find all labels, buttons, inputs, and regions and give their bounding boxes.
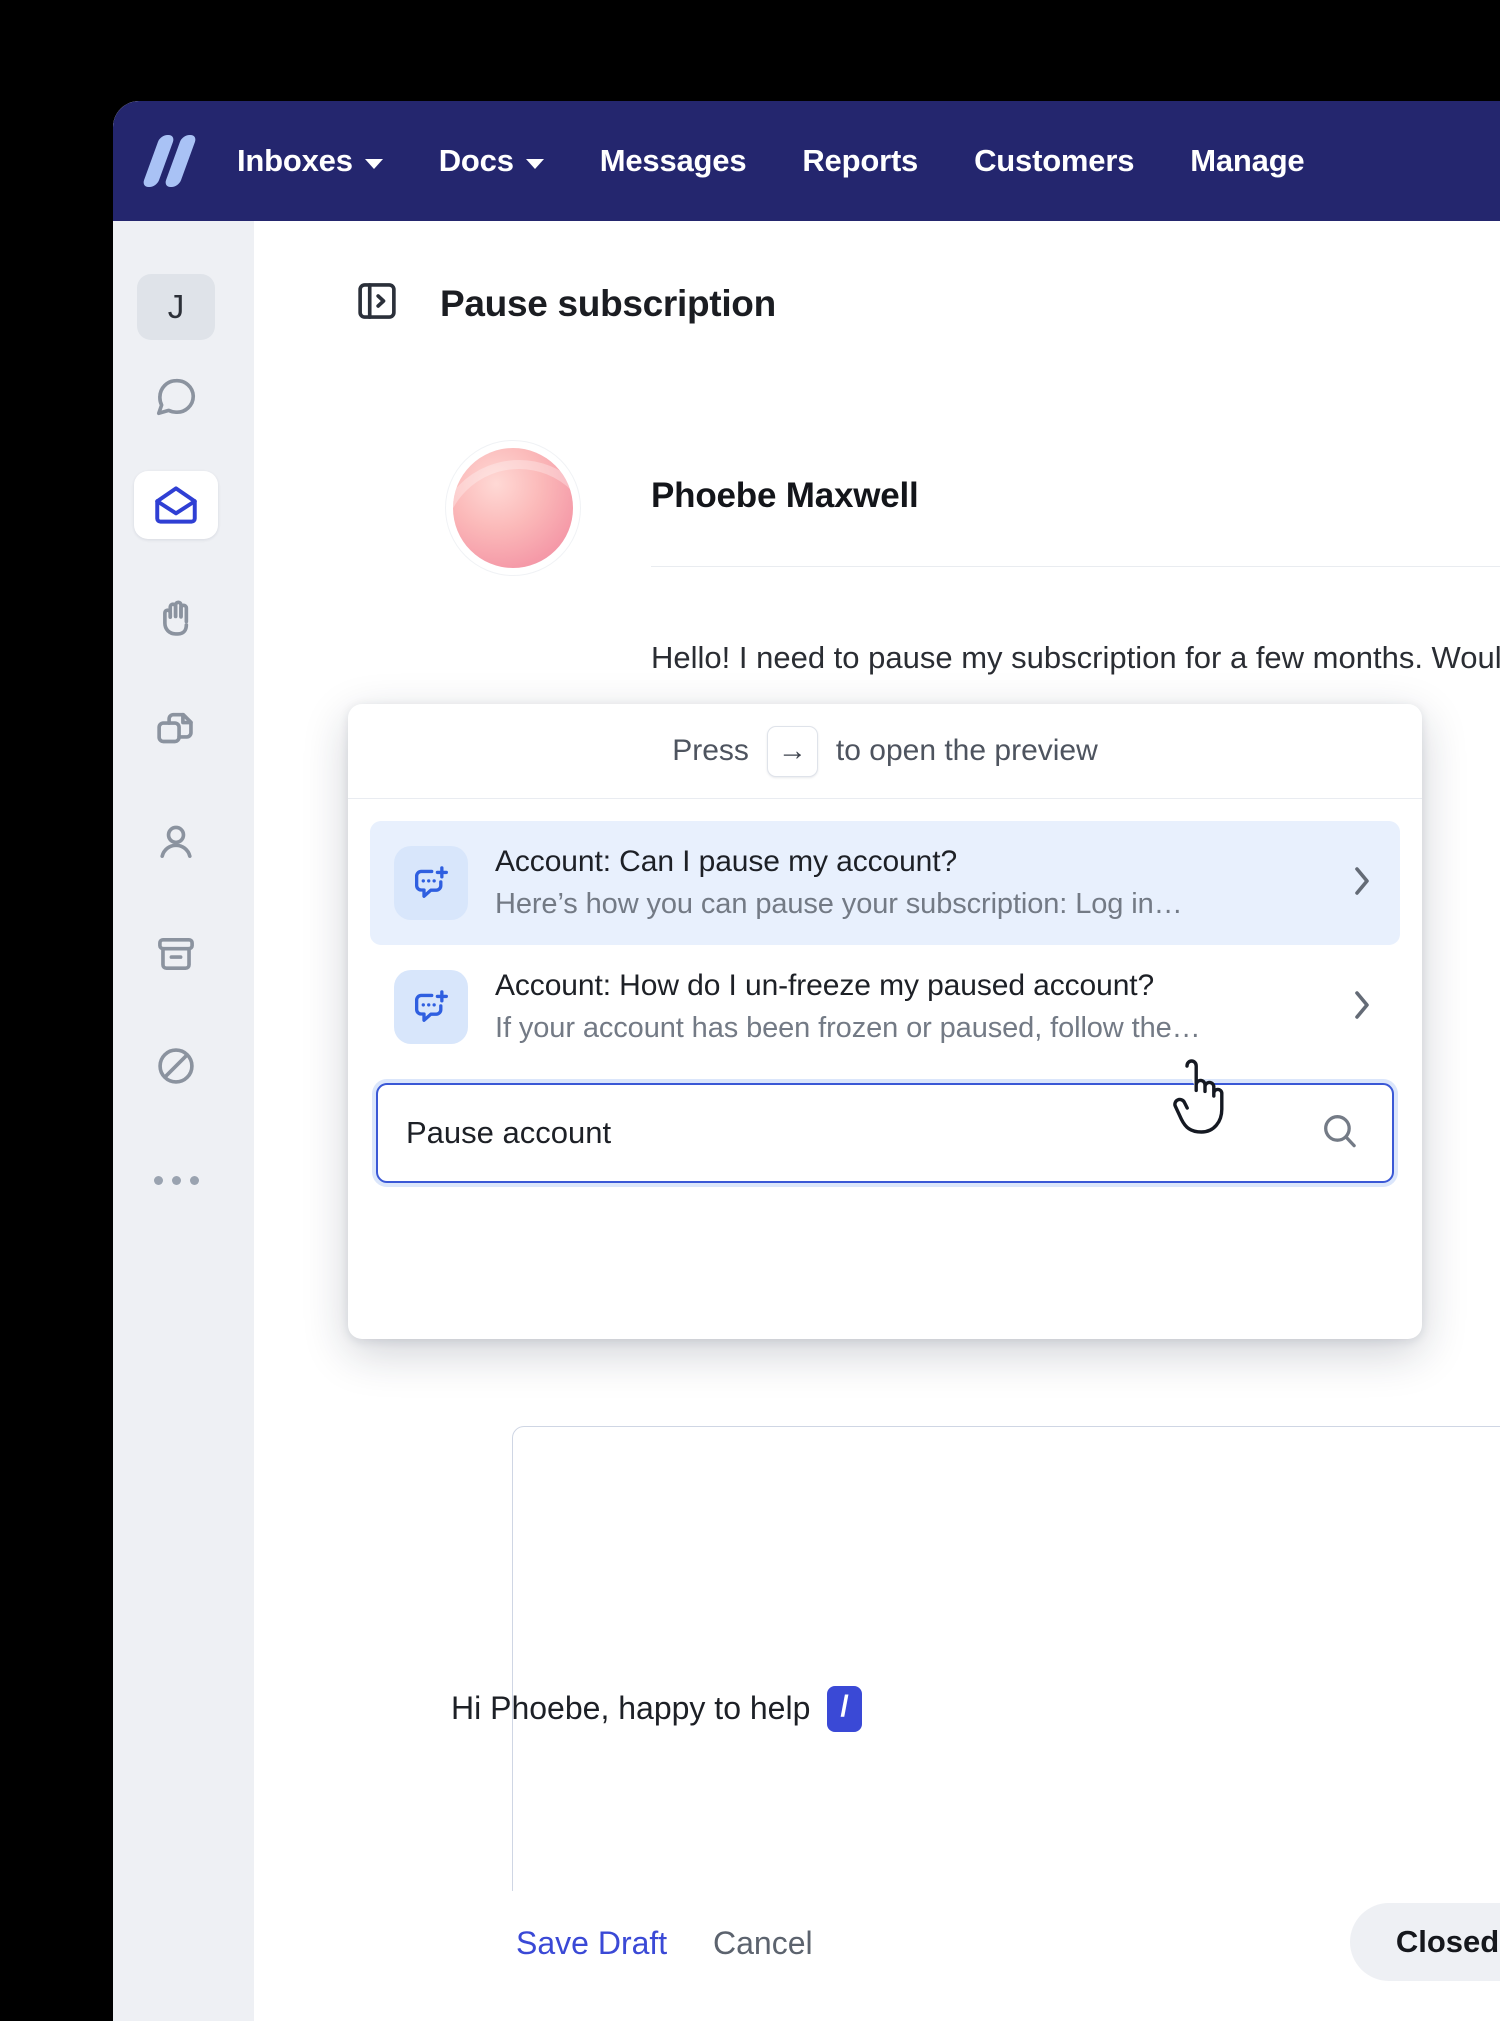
copy-documents-icon	[153, 707, 199, 753]
nav-item-messages[interactable]: Messages	[600, 143, 747, 179]
sidebar-item-mine[interactable]	[134, 808, 218, 876]
chat-bubble-icon	[153, 374, 199, 420]
ban-circle-icon	[153, 1043, 199, 1089]
list-item[interactable]: Account: How do I un-freeze my paused ac…	[370, 945, 1400, 1069]
saved-reply-snippet: Here’s how you can pause your subscripti…	[495, 888, 1183, 920]
left-sidebar: J	[113, 221, 255, 2021]
customer-name: Phoebe Maxwell	[651, 476, 919, 515]
customer-message: Hello! I need to pause my subscription f…	[651, 640, 1500, 675]
list-item[interactable]: Account: Can I pause my account? Here’s …	[370, 821, 1400, 945]
sidebar-item-more[interactable]	[134, 1146, 218, 1214]
saved-replies-search-wrap	[348, 1069, 1422, 1213]
reply-editor-content[interactable]: Hi Phoebe, happy to help /	[451, 1686, 862, 1732]
app-window: Inboxes Docs Messages Reports Customers …	[113, 101, 1500, 2021]
screenshot-stage: Inboxes Docs Messages Reports Customers …	[0, 0, 1500, 2021]
chevron-right-icon[interactable]	[1350, 985, 1376, 1030]
nav-item-customers[interactable]: Customers	[974, 143, 1134, 179]
nav-item-label: Manage	[1190, 143, 1305, 178]
saved-reply-title: Account: How do I un-freeze my paused ac…	[495, 969, 1155, 1002]
saved-reply-add-icon	[394, 846, 468, 920]
popup-hint: Press → to open the preview	[348, 704, 1422, 799]
panel-expand-icon[interactable]	[354, 278, 400, 329]
sidebar-item-assigned[interactable]	[134, 584, 218, 652]
save-draft-button[interactable]: Save Draft	[516, 1925, 667, 1962]
nav-item-inboxes[interactable]: Inboxes	[237, 143, 383, 179]
conversation-footer: Save Draft Cancel Closed	[254, 1891, 1500, 2021]
saved-replies-list: Account: Can I pause my account? Here’s …	[348, 799, 1422, 1069]
search-input[interactable]	[378, 1115, 1318, 1151]
slash-command-badge: /	[827, 1686, 862, 1732]
top-navigation-bar: Inboxes Docs Messages Reports Customers …	[113, 101, 1500, 221]
arrow-right-key-icon: →	[766, 725, 818, 777]
sidebar-item-inbox[interactable]	[134, 471, 218, 539]
cancel-button[interactable]: Cancel	[713, 1925, 813, 1962]
nav-item-label: Reports	[802, 143, 919, 178]
nav-item-label: Messages	[599, 143, 747, 178]
sidebar-item-drafts[interactable]	[134, 696, 218, 764]
search-icon[interactable]	[1318, 1109, 1362, 1158]
person-icon	[153, 819, 199, 865]
nav-item-label: Docs	[438, 143, 514, 178]
sidebar-item-closed[interactable]	[134, 920, 218, 988]
nav-item-label: Customers	[974, 143, 1135, 178]
nav-item-reports[interactable]: Reports	[802, 143, 918, 179]
archive-box-icon	[153, 931, 199, 977]
reply-editor[interactable]	[512, 1426, 1500, 1928]
nav-item-manage[interactable]: Manage	[1190, 143, 1304, 179]
saved-reply-title: Account: Can I pause my account?	[495, 845, 958, 878]
popup-hint-prefix: Press	[672, 734, 749, 767]
search-box[interactable]	[376, 1083, 1394, 1183]
saved-reply-add-icon	[394, 970, 468, 1044]
conversation-header: Pause subscription	[254, 221, 1500, 387]
status-badge[interactable]: Closed	[1350, 1903, 1500, 1981]
customer-avatar	[453, 448, 573, 568]
chevron-down-icon	[525, 158, 544, 169]
avatar[interactable]: J	[137, 274, 215, 340]
divider	[651, 566, 1500, 567]
page-title: Pause subscription	[440, 282, 776, 324]
more-ellipsis-icon	[153, 1175, 199, 1185]
saved-replies-popup: Press → to open the preview Account: Can…	[348, 704, 1422, 1339]
sidebar-item-chats[interactable]	[134, 363, 218, 431]
nav-item-docs[interactable]: Docs	[439, 143, 544, 179]
list-item-text: Account: Can I pause my account? Here’s …	[495, 845, 1313, 921]
list-item-text: Account: How do I un-freeze my paused ac…	[495, 969, 1313, 1045]
saved-reply-snippet: If your account has been frozen or pause…	[495, 1012, 1201, 1044]
nav-item-label: Inboxes	[237, 143, 353, 178]
helpscout-logo[interactable]	[141, 133, 199, 189]
open-envelope-icon	[151, 480, 201, 530]
popup-hint-suffix: to open the preview	[835, 734, 1098, 767]
chevron-down-icon	[364, 158, 383, 169]
sidebar-item-spam[interactable]	[134, 1032, 218, 1100]
hand-icon	[153, 595, 199, 641]
reply-draft-text: Hi Phoebe, happy to help	[451, 1690, 811, 1727]
chevron-right-icon[interactable]	[1350, 861, 1376, 906]
